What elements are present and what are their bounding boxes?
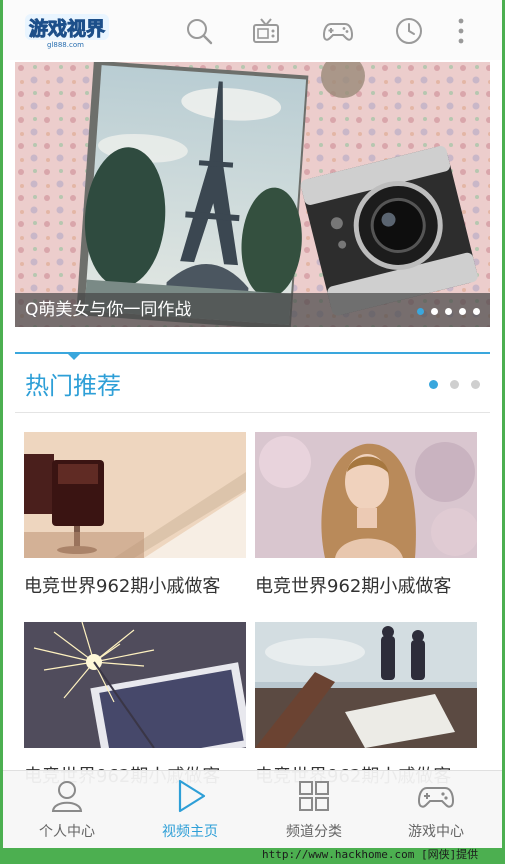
video-card-title: 电竞世界962期小戚做客	[24, 576, 221, 597]
nav-item-channel-category[interactable]: 频道分类	[254, 777, 374, 845]
section-dot[interactable]	[471, 380, 480, 389]
section-pointer	[67, 353, 81, 360]
banner-pagination	[417, 308, 480, 315]
nav-label: 游戏中心	[408, 824, 464, 840]
nav-item-game-center[interactable]: 游戏中心	[376, 777, 496, 845]
nav-label: 频道分类	[286, 824, 342, 840]
bottom-navigation: 个人中心 视频主页 频道分类 游戏中心	[3, 770, 502, 848]
section-dot[interactable]	[429, 380, 438, 389]
more-icon[interactable]	[451, 14, 471, 48]
banner-dot	[445, 308, 452, 315]
search-icon[interactable]	[182, 14, 216, 48]
gamepad-icon[interactable]	[321, 14, 355, 48]
banner-dot	[473, 308, 480, 315]
banner-dot	[459, 308, 466, 315]
nav-label: 视频主页	[162, 824, 218, 840]
woman-portrait-photo	[255, 432, 477, 558]
user-icon	[51, 781, 83, 812]
video-card[interactable]: 电竞世界962期小戚做客	[24, 622, 246, 788]
wine-glasses-photo	[24, 432, 246, 558]
history-icon[interactable]	[392, 14, 426, 48]
banner-dot	[431, 308, 438, 315]
top-bar: 游戏视界 gl888.com	[3, 0, 502, 60]
section-pagination	[429, 380, 480, 389]
app-screen: 游戏视界 gl888.com Q萌美女与你一同作战 热门推荐 电竞世界962期小…	[3, 0, 502, 848]
section-title: 热门推荐	[25, 372, 121, 400]
section-dot[interactable]	[450, 380, 459, 389]
watermark: http://www.hackhome.com [网侠]提供	[262, 848, 479, 861]
grid-icon	[299, 781, 329, 811]
section-divider	[15, 352, 490, 354]
nav-item-video-home[interactable]: 视频主页	[130, 777, 250, 845]
video-card-title: 电竞世界962期小戚做客	[255, 576, 452, 597]
svg-text:gl888.com: gl888.com	[47, 41, 84, 49]
play-icon	[178, 779, 206, 813]
svg-text:游戏视界: 游戏视界	[29, 17, 105, 40]
couple-silhouette-photo	[255, 622, 477, 748]
video-card[interactable]: 电竞世界962期小戚做客	[24, 432, 246, 598]
sparkler-photo	[24, 622, 246, 748]
video-card[interactable]: 电竞世界962期小戚做客	[255, 432, 477, 598]
video-card[interactable]: 电竞世界962期小戚做客	[255, 622, 477, 788]
nav-item-personal-center[interactable]: 个人中心	[7, 777, 127, 845]
featured-banner[interactable]: Q萌美女与你一同作战	[15, 62, 490, 327]
eiffel-tower-camera-photo	[15, 62, 490, 327]
nav-label: 个人中心	[39, 824, 95, 840]
section-underline	[15, 412, 490, 413]
gamepad-icon	[417, 787, 455, 808]
banner-dot	[417, 308, 424, 315]
app-logo[interactable]: 游戏视界 gl888.com	[23, 10, 113, 50]
tv-icon[interactable]	[249, 14, 283, 48]
